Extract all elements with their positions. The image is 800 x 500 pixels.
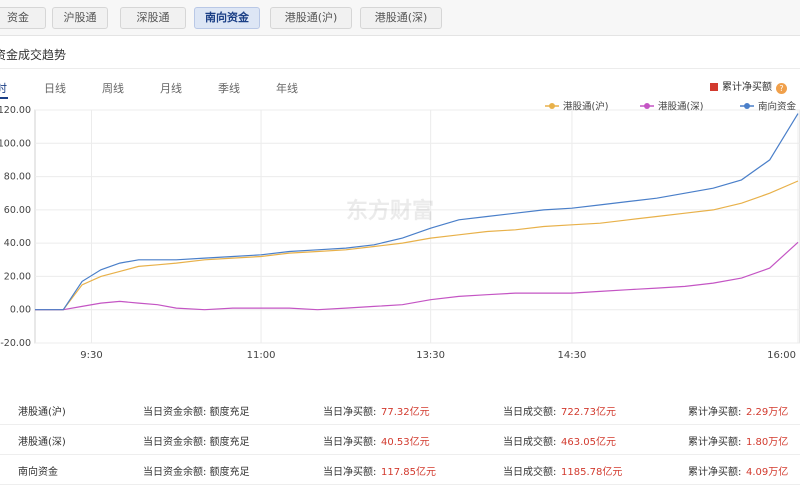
- tab-shenzhen-connect[interactable]: 深股通: [120, 7, 186, 29]
- y-tick-label: 100.00: [0, 138, 31, 149]
- cumulative-label: 累计净买额:: [688, 407, 742, 418]
- cumulative-value: 4.09万亿: [746, 467, 789, 478]
- title-divider: [0, 68, 800, 69]
- tab-shanghai-connect[interactable]: 沪股通: [52, 7, 108, 29]
- legend-swatch-dot: [644, 103, 650, 109]
- y-tick-label: 80.00: [4, 172, 31, 183]
- tab-hk-connect-shanghai[interactable]: 港股通(沪): [270, 7, 352, 29]
- legend-swatch-dot: [744, 103, 750, 109]
- summary-row: 港股通(深) 当日资金余额: 额度充足 当日净买额: 40.53亿元 当日成交额: 463…: [0, 424, 800, 454]
- intraday-flow-chart: 120.00 100.00 80.00 60.00 40.00 20.00 0.00 -20.…: [0, 101, 800, 361]
- turnover-value: 722.73亿元: [561, 407, 616, 418]
- net-buy-value: 117.85亿元: [381, 467, 436, 478]
- watermark-text: 东方财富: [346, 198, 434, 224]
- cumulative-value: 1.80万亿: [746, 437, 789, 448]
- legend-swatch-dot: [549, 103, 555, 109]
- net-buy-label: 当日净买额:: [323, 467, 377, 478]
- x-tick-label: 13:30: [416, 350, 445, 361]
- balance-status: 当日资金余额: 额度充足: [143, 407, 250, 418]
- tab-southbound-capital[interactable]: 南向资金: [194, 7, 260, 29]
- chart-grid: [34, 109, 800, 344]
- cumulative-label: 累计净买额:: [688, 467, 742, 478]
- x-tick-label: 16:00: [767, 350, 796, 361]
- x-axis-ticks: 9:30 11:00 13:30 14:30 16:00: [80, 350, 796, 361]
- y-axis-ticks: 120.00 100.00 80.00 60.00 40.00 20.00 0.00 -20.…: [0, 105, 31, 349]
- y-tick-label: -20.00: [0, 338, 31, 349]
- channel-name: 南向资金: [18, 467, 58, 478]
- legend-label: 南向资金: [758, 101, 797, 113]
- plot-frame: [34, 109, 800, 344]
- x-tick-label: 9:30: [80, 350, 102, 361]
- summary-row: 港股通(沪) 当日资金余额: 额度充足 当日净买额: 77.32亿元 当日成交额: 722…: [0, 394, 800, 424]
- market-tab-bar: 资金 沪股通 深股通 南向资金 港股通(沪) 港股通(深): [0, 0, 800, 36]
- turnover-value: 463.05亿元: [561, 437, 616, 448]
- net-buy-value: 40.53亿元: [381, 437, 430, 448]
- channel-name: 港股通(深): [18, 437, 66, 448]
- y-tick-label: 40.00: [4, 238, 31, 249]
- balance-status: 当日资金余额: 额度充足: [143, 467, 250, 478]
- chart-legend: 港股通(沪) 港股通(深) 南向资金: [545, 101, 797, 113]
- x-tick-label: 11:00: [247, 350, 276, 361]
- balance-status: 当日资金余额: 额度充足: [143, 437, 250, 448]
- tab-capital[interactable]: 资金: [0, 7, 46, 29]
- channel-name: 港股通(沪): [18, 407, 66, 418]
- turnover-value: 1185.78亿元: [561, 467, 623, 478]
- net-buy-value: 77.32亿元: [381, 407, 430, 418]
- y-tick-label: 60.00: [4, 205, 31, 216]
- x-tick-label: 14:30: [558, 350, 587, 361]
- cumulative-label: 累计净买额:: [688, 437, 742, 448]
- turnover-label: 当日成交额:: [503, 467, 557, 478]
- net-buy-label: 当日净买额:: [323, 407, 377, 418]
- section-title: 资金成交趋势: [0, 48, 67, 62]
- legend-label: 港股通(沪): [563, 101, 608, 113]
- legend-label: 港股通(深): [658, 101, 703, 113]
- tab-hk-connect-shenzhen[interactable]: 港股通(深): [360, 7, 442, 29]
- cumulative-value: 2.29万亿: [746, 407, 789, 418]
- row-divider: [0, 484, 800, 485]
- turnover-label: 当日成交额:: [503, 407, 557, 418]
- summary-row: 南向资金 当日资金余额: 额度充足 当日净买额: 117.85亿元 当日成交额: 1185…: [0, 454, 800, 484]
- y-tick-label: 20.00: [4, 271, 31, 282]
- turnover-label: 当日成交额:: [503, 437, 557, 448]
- y-tick-label: 0.00: [10, 305, 31, 316]
- net-buy-label: 当日净买额:: [323, 437, 377, 448]
- y-tick-label: 120.00: [0, 105, 31, 116]
